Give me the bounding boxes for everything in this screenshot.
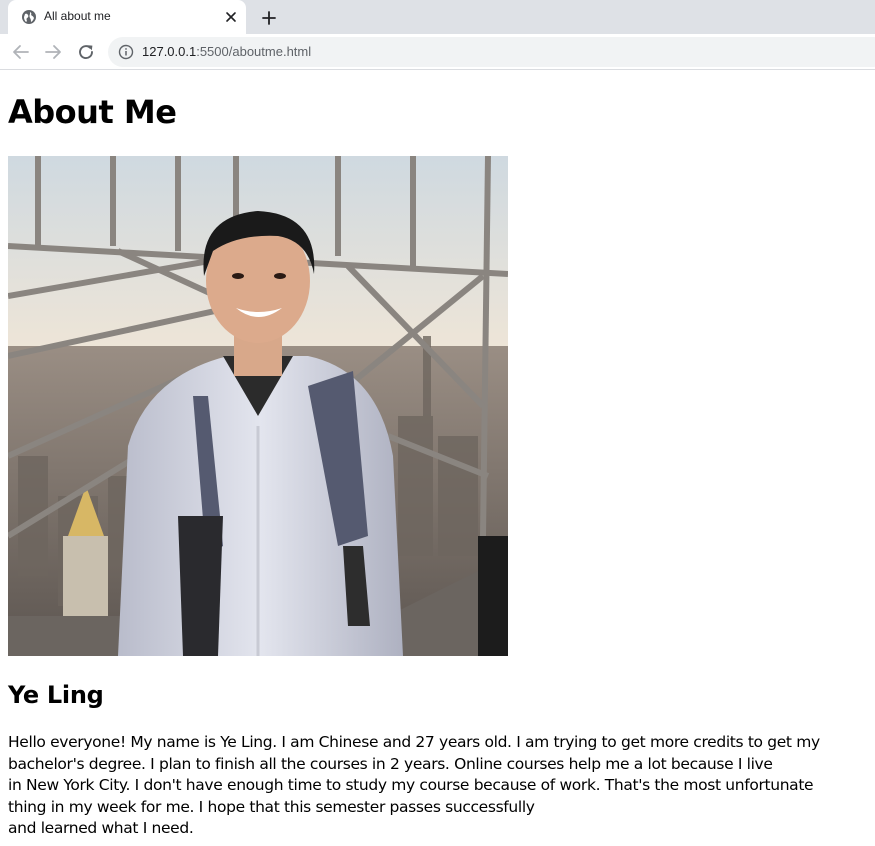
close-icon[interactable] xyxy=(222,8,240,26)
address-bar[interactable]: 127.0.0.1:5500/aboutme.html xyxy=(108,37,875,67)
bio-line: in New York City. I don't have enough ti… xyxy=(8,776,814,794)
person-name: Ye Ling xyxy=(8,681,104,709)
bio-line: and learned what I need. xyxy=(8,819,194,837)
bio-paragraph: Hello everyone! My name is Ye Ling. I am… xyxy=(8,732,868,840)
bio-line: bachelor's degree. I plan to finish all … xyxy=(8,754,773,773)
page-title: About Me xyxy=(8,93,177,131)
globe-icon xyxy=(22,10,36,24)
url-path: :5500/aboutme.html xyxy=(196,44,312,59)
profile-photo xyxy=(8,156,508,656)
info-icon[interactable] xyxy=(118,44,134,60)
forward-arrow-icon[interactable] xyxy=(42,41,64,63)
tab-strip: All about me xyxy=(0,0,875,34)
url-text[interactable]: 127.0.0.1:5500/aboutme.html xyxy=(142,44,311,59)
bio-line: thing in my week for me. I hope that thi… xyxy=(8,797,535,816)
back-arrow-icon[interactable] xyxy=(10,41,32,63)
bio-line: Hello everyone! My name is Ye Ling. I am… xyxy=(8,733,820,751)
browser-toolbar: 127.0.0.1:5500/aboutme.html xyxy=(0,34,875,70)
page-content: About Me Ye Ling Hello everyone! My name… xyxy=(0,71,875,846)
url-host: 127.0.0.1 xyxy=(142,44,197,59)
tab-title: All about me xyxy=(44,9,111,23)
reload-icon[interactable] xyxy=(75,41,97,63)
plus-icon[interactable] xyxy=(259,8,279,28)
browser-tab[interactable]: All about me xyxy=(8,0,246,34)
